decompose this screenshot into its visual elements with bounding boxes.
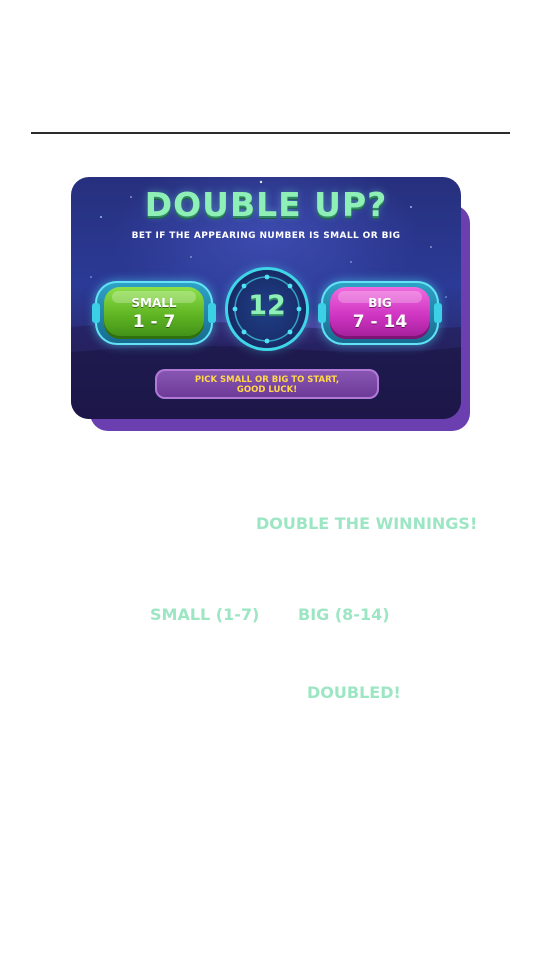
hint-banner: PICK SMALL OR BIG TO START, GOOD LUCK!: [155, 369, 379, 399]
number-display: 12: [228, 270, 306, 348]
current-number: 12: [248, 290, 286, 321]
small-bet-range: 1 - 7: [132, 312, 176, 332]
small-bet-button[interactable]: SMALL 1 - 7: [92, 281, 216, 345]
small-bet-label: SMALL: [131, 296, 177, 310]
button-cap-left: [92, 303, 100, 323]
top-divider: [31, 132, 510, 134]
game-subtitle: BET IF THE APPEARING NUMBER IS SMALL OR …: [131, 231, 401, 241]
hint-text: PICK SMALL OR BIG TO START, GOOD LUCK!: [155, 375, 379, 395]
highlight-big-range: BIG (8-14): [298, 605, 390, 624]
highlight-small-range: SMALL (1-7): [150, 605, 260, 624]
highlight-doubled: DOUBLED!: [307, 683, 401, 702]
button-cap-left: [318, 303, 326, 323]
double-up-panel: DOUBLE UP? BET IF THE APPEARING NUMBER I…: [71, 177, 461, 419]
button-cap-right: [208, 303, 216, 323]
big-bet-face: BIG 7 - 14: [330, 287, 430, 339]
big-bet-button[interactable]: BIG 7 - 14: [318, 281, 442, 345]
button-cap-right: [434, 303, 442, 323]
hint-line-1: PICK SMALL OR BIG TO START,: [194, 375, 340, 385]
game-title: DOUBLE UP?: [144, 185, 388, 224]
small-bet-face: SMALL 1 - 7: [104, 287, 204, 339]
big-bet-label: BIG: [368, 296, 392, 310]
big-bet-range: 7 - 14: [352, 312, 408, 332]
highlight-double-winnings: DOUBLE THE WINNINGS!: [256, 514, 478, 533]
hint-line-2: GOOD LUCK!: [236, 385, 298, 395]
